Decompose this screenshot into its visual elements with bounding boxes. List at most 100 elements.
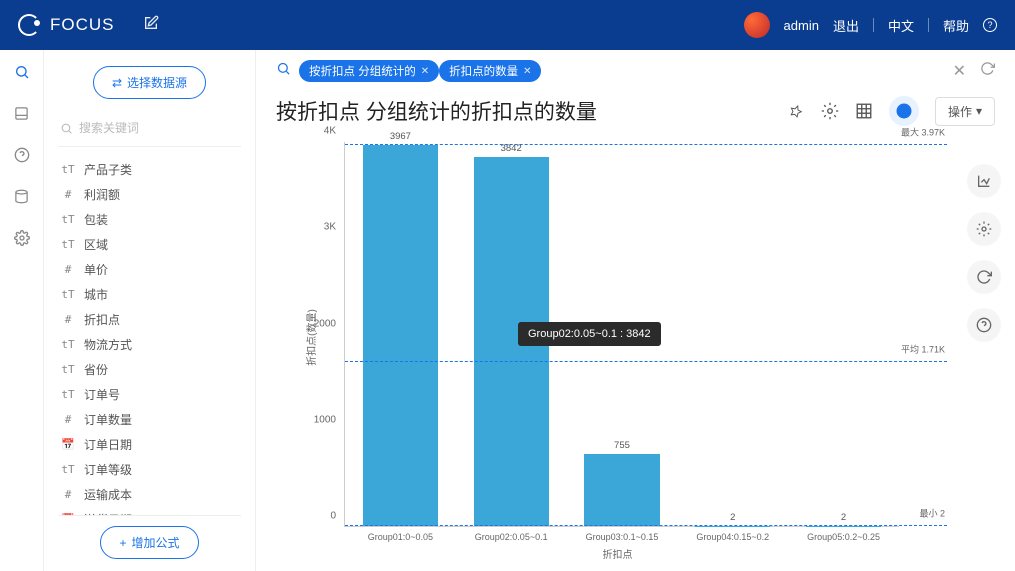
brand-logo: FOCUS <box>18 14 115 36</box>
add-formula-label: 增加公式 <box>132 534 180 551</box>
chart-help-icon[interactable] <box>967 308 1001 342</box>
field-item[interactable]: # 折扣点 <box>58 307 241 332</box>
pill-remove-icon[interactable]: ✕ <box>421 66 429 77</box>
query-pill[interactable]: 按折扣点 分组统计的✕ <box>299 60 439 82</box>
field-item[interactable]: tT订单等级 <box>58 457 241 482</box>
field-label: 订单等级 <box>84 461 132 478</box>
plus-icon: + <box>119 536 126 550</box>
bar[interactable]: 3967 <box>363 145 438 526</box>
reference-label: 平均 1.71K <box>901 342 945 355</box>
field-search[interactable] <box>58 117 241 146</box>
add-formula-button[interactable]: + 增加公式 <box>100 526 198 559</box>
field-item[interactable]: tT产品子类 <box>58 157 241 182</box>
logout-link[interactable]: 退出 <box>833 16 859 35</box>
field-item[interactable]: #运输成本 <box>58 482 241 507</box>
field-label: 利润额 <box>84 186 120 203</box>
field-type-icon: # <box>60 413 76 426</box>
field-label: 物流方式 <box>84 336 132 353</box>
select-datasource-button[interactable]: ⇄ 选择数据源 <box>93 66 206 99</box>
query-right: ✕ <box>953 61 995 81</box>
field-label: 产品子类 <box>84 161 132 178</box>
field-type-icon: tT <box>60 288 76 301</box>
bar[interactable]: 3842 <box>474 157 549 526</box>
field-item[interactable]: tT区域 <box>58 232 241 257</box>
reference-label: 最小 2 <box>919 506 945 519</box>
field-label: 订单日期 <box>84 436 132 453</box>
field-type-icon: tT <box>60 238 76 251</box>
topbar-right: admin 退出 中文 帮助 ? <box>744 12 997 38</box>
query-pill[interactable]: 折扣点的数量 ✕ <box>439 60 541 82</box>
field-item[interactable]: tT物流方式 <box>58 332 241 357</box>
lang-link[interactable]: 中文 <box>888 16 914 35</box>
edit-icon[interactable] <box>143 15 159 36</box>
y-tick-label: 1000 <box>314 414 336 425</box>
bar-value: 3967 <box>390 131 411 142</box>
avatar[interactable] <box>744 12 770 38</box>
field-item[interactable]: tT 城市 <box>58 282 241 307</box>
plot-area: 3967Group01:0~0.053842Group02:0.05~0.175… <box>344 142 899 527</box>
field-label: 城市 <box>84 286 108 303</box>
bar-category: Group04:0.15~0.2 <box>696 532 769 542</box>
bar-column: 3842Group02:0.05~0.1 <box>456 142 567 526</box>
query-bar: 按折扣点 分组统计的✕ 折扣点的数量 ✕ ✕ <box>256 50 1015 90</box>
bar-column: 2Group05:0.2~0.25 <box>788 142 899 526</box>
swap-icon: ⇄ <box>112 76 122 90</box>
axis-tool-icon[interactable] <box>967 164 1001 198</box>
field-item[interactable]: #单价 <box>58 257 241 282</box>
nav-help-icon[interactable] <box>14 147 30 163</box>
chevron-down-icon: ▾ <box>976 104 982 118</box>
bar[interactable]: 755 <box>584 454 659 526</box>
pin-icon[interactable] <box>787 102 805 120</box>
field-item[interactable]: # 利润额 <box>58 182 241 207</box>
chart-settings-icon[interactable] <box>967 212 1001 246</box>
nav-search-icon[interactable] <box>14 64 30 80</box>
select-datasource-label: 选择数据源 <box>127 74 187 91</box>
search-icon <box>60 122 73 135</box>
gear-icon[interactable] <box>821 102 839 120</box>
chart-area: 折扣点(数量) 0100020003K4K 3967Group01:0~0.05… <box>256 138 1015 571</box>
reference-line <box>345 525 947 526</box>
refresh-query-icon[interactable] <box>980 61 995 81</box>
field-type-icon: # <box>60 188 76 201</box>
field-label: 折扣点 <box>84 311 120 328</box>
operate-label: 操作 <box>948 103 972 120</box>
clear-query-icon[interactable]: ✕ <box>953 61 966 81</box>
bar-column: 755Group03:0.1~0.15 <box>567 142 678 526</box>
help-link[interactable]: 帮助 <box>943 16 969 35</box>
chart-type-icon[interactable] <box>889 96 919 126</box>
field-type-icon: 📅 <box>60 438 76 451</box>
query-search-icon[interactable] <box>276 61 291 81</box>
nav-settings-icon[interactable] <box>14 230 30 246</box>
field-item[interactable]: tT包装 <box>58 207 241 232</box>
y-tick-label: 4K <box>324 126 336 137</box>
nav-dashboard-icon[interactable] <box>14 106 29 121</box>
content: 按折扣点 分组统计的✕折扣点的数量✕ ✕ 按折扣点 分组统计的折扣点的数量 操作… <box>256 50 1015 571</box>
field-item[interactable]: tT省份 <box>58 357 241 382</box>
field-search-input[interactable] <box>79 121 239 135</box>
chart-refresh-icon[interactable] <box>967 260 1001 294</box>
field-item[interactable]: #订单数量 <box>58 407 241 432</box>
bar-category: Group05:0.2~0.25 <box>807 532 880 542</box>
chart: 折扣点(数量) 0100020003K4K 3967Group01:0~0.05… <box>288 142 947 567</box>
bar-value: 755 <box>614 440 630 451</box>
field-item[interactable]: 📅送货日期 <box>58 507 241 515</box>
field-label: 单价 <box>84 261 108 278</box>
field-item[interactable]: 📅 订单日期 <box>58 432 241 457</box>
left-iconbar <box>0 50 44 571</box>
divider <box>873 18 874 32</box>
field-type-icon: # <box>60 313 76 326</box>
bar-value: 2 <box>730 512 735 523</box>
help-icon[interactable]: ? <box>983 18 997 32</box>
operate-button[interactable]: 操作 ▾ <box>935 97 995 126</box>
nav-data-icon[interactable] <box>14 189 29 204</box>
pill-remove-icon[interactable]: ✕ <box>523 66 531 77</box>
focus-logo-icon <box>18 14 40 36</box>
y-axis: 0100020003K4K <box>312 142 340 527</box>
divider <box>928 18 929 32</box>
query-pills: 按折扣点 分组统计的✕ 折扣点的数量 ✕ <box>299 60 541 82</box>
field-list: tT产品子类#利润额tT包装tT区域#单价tT城市#折扣点tT物流方式tT省份t… <box>58 157 241 515</box>
y-tick-label: 0 <box>330 511 336 522</box>
pill-label: 折扣点的数量 <box>449 63 518 79</box>
table-icon[interactable] <box>855 102 873 120</box>
field-item[interactable]: tT订单号 <box>58 382 241 407</box>
